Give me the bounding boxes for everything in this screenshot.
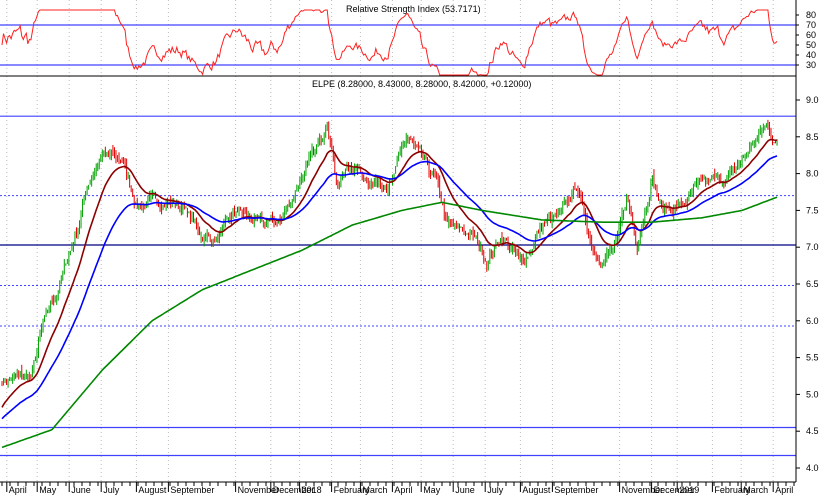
rsi-y-tick-label: 30 <box>806 60 816 70</box>
y-tick-label: 8.5 <box>806 132 819 142</box>
y-tick-label: 7.0 <box>806 242 819 252</box>
x-tick-label: August <box>138 485 167 495</box>
rsi-y-tick-label: 70 <box>806 20 816 30</box>
y-tick-label: 6.0 <box>806 316 819 326</box>
x-tick-label: March <box>743 485 768 495</box>
x-tick-label: March <box>362 485 387 495</box>
x-tick-label: July <box>103 485 120 495</box>
rsi-y-tick-label: 60 <box>806 30 816 40</box>
rsi-title: Relative Strength Index (53.7171) <box>346 4 481 14</box>
y-tick-label: 6.5 <box>806 279 819 289</box>
x-tick-label: June <box>71 485 91 495</box>
rsi-y-tick-label: 80 <box>806 10 816 20</box>
x-tick-label: September <box>554 485 598 495</box>
y-tick-label: 4.5 <box>806 426 819 436</box>
x-tick-label: April <box>9 485 27 495</box>
x-tick-label: 2018 <box>302 485 322 495</box>
stock-chart: April May June July August September November D… <box>0 0 822 496</box>
x-tick-label: July <box>487 485 504 495</box>
rsi-y-tick-label: 50 <box>806 40 816 50</box>
x-tick-label: April <box>775 485 793 495</box>
x-tick-label: June <box>455 485 475 495</box>
y-tick-label: 5.5 <box>806 353 819 363</box>
y-tick-label: 7.5 <box>806 205 819 215</box>
y-tick-label: 8.0 <box>806 169 819 179</box>
chart-canvas: April May June July August September NovemberD… <box>0 0 819 495</box>
moving-average-line <box>1 196 778 449</box>
x-tick-label: 2019 <box>679 485 699 495</box>
y-tick-label: 9.0 <box>806 95 819 105</box>
price-title: ELPE (8.28000, 8.43000, 8.28000, 8.42000… <box>312 79 531 89</box>
x-tick-label: September <box>170 485 214 495</box>
x-tick-label: August <box>522 485 551 495</box>
x-tick-label: May <box>39 485 57 495</box>
x-tick-label: April <box>394 485 412 495</box>
y-tick-label: 5.0 <box>806 389 819 399</box>
rsi-y-tick-label: 40 <box>806 50 816 60</box>
y-tick-label: 4.0 <box>806 463 819 473</box>
x-tick-label: May <box>423 485 441 495</box>
